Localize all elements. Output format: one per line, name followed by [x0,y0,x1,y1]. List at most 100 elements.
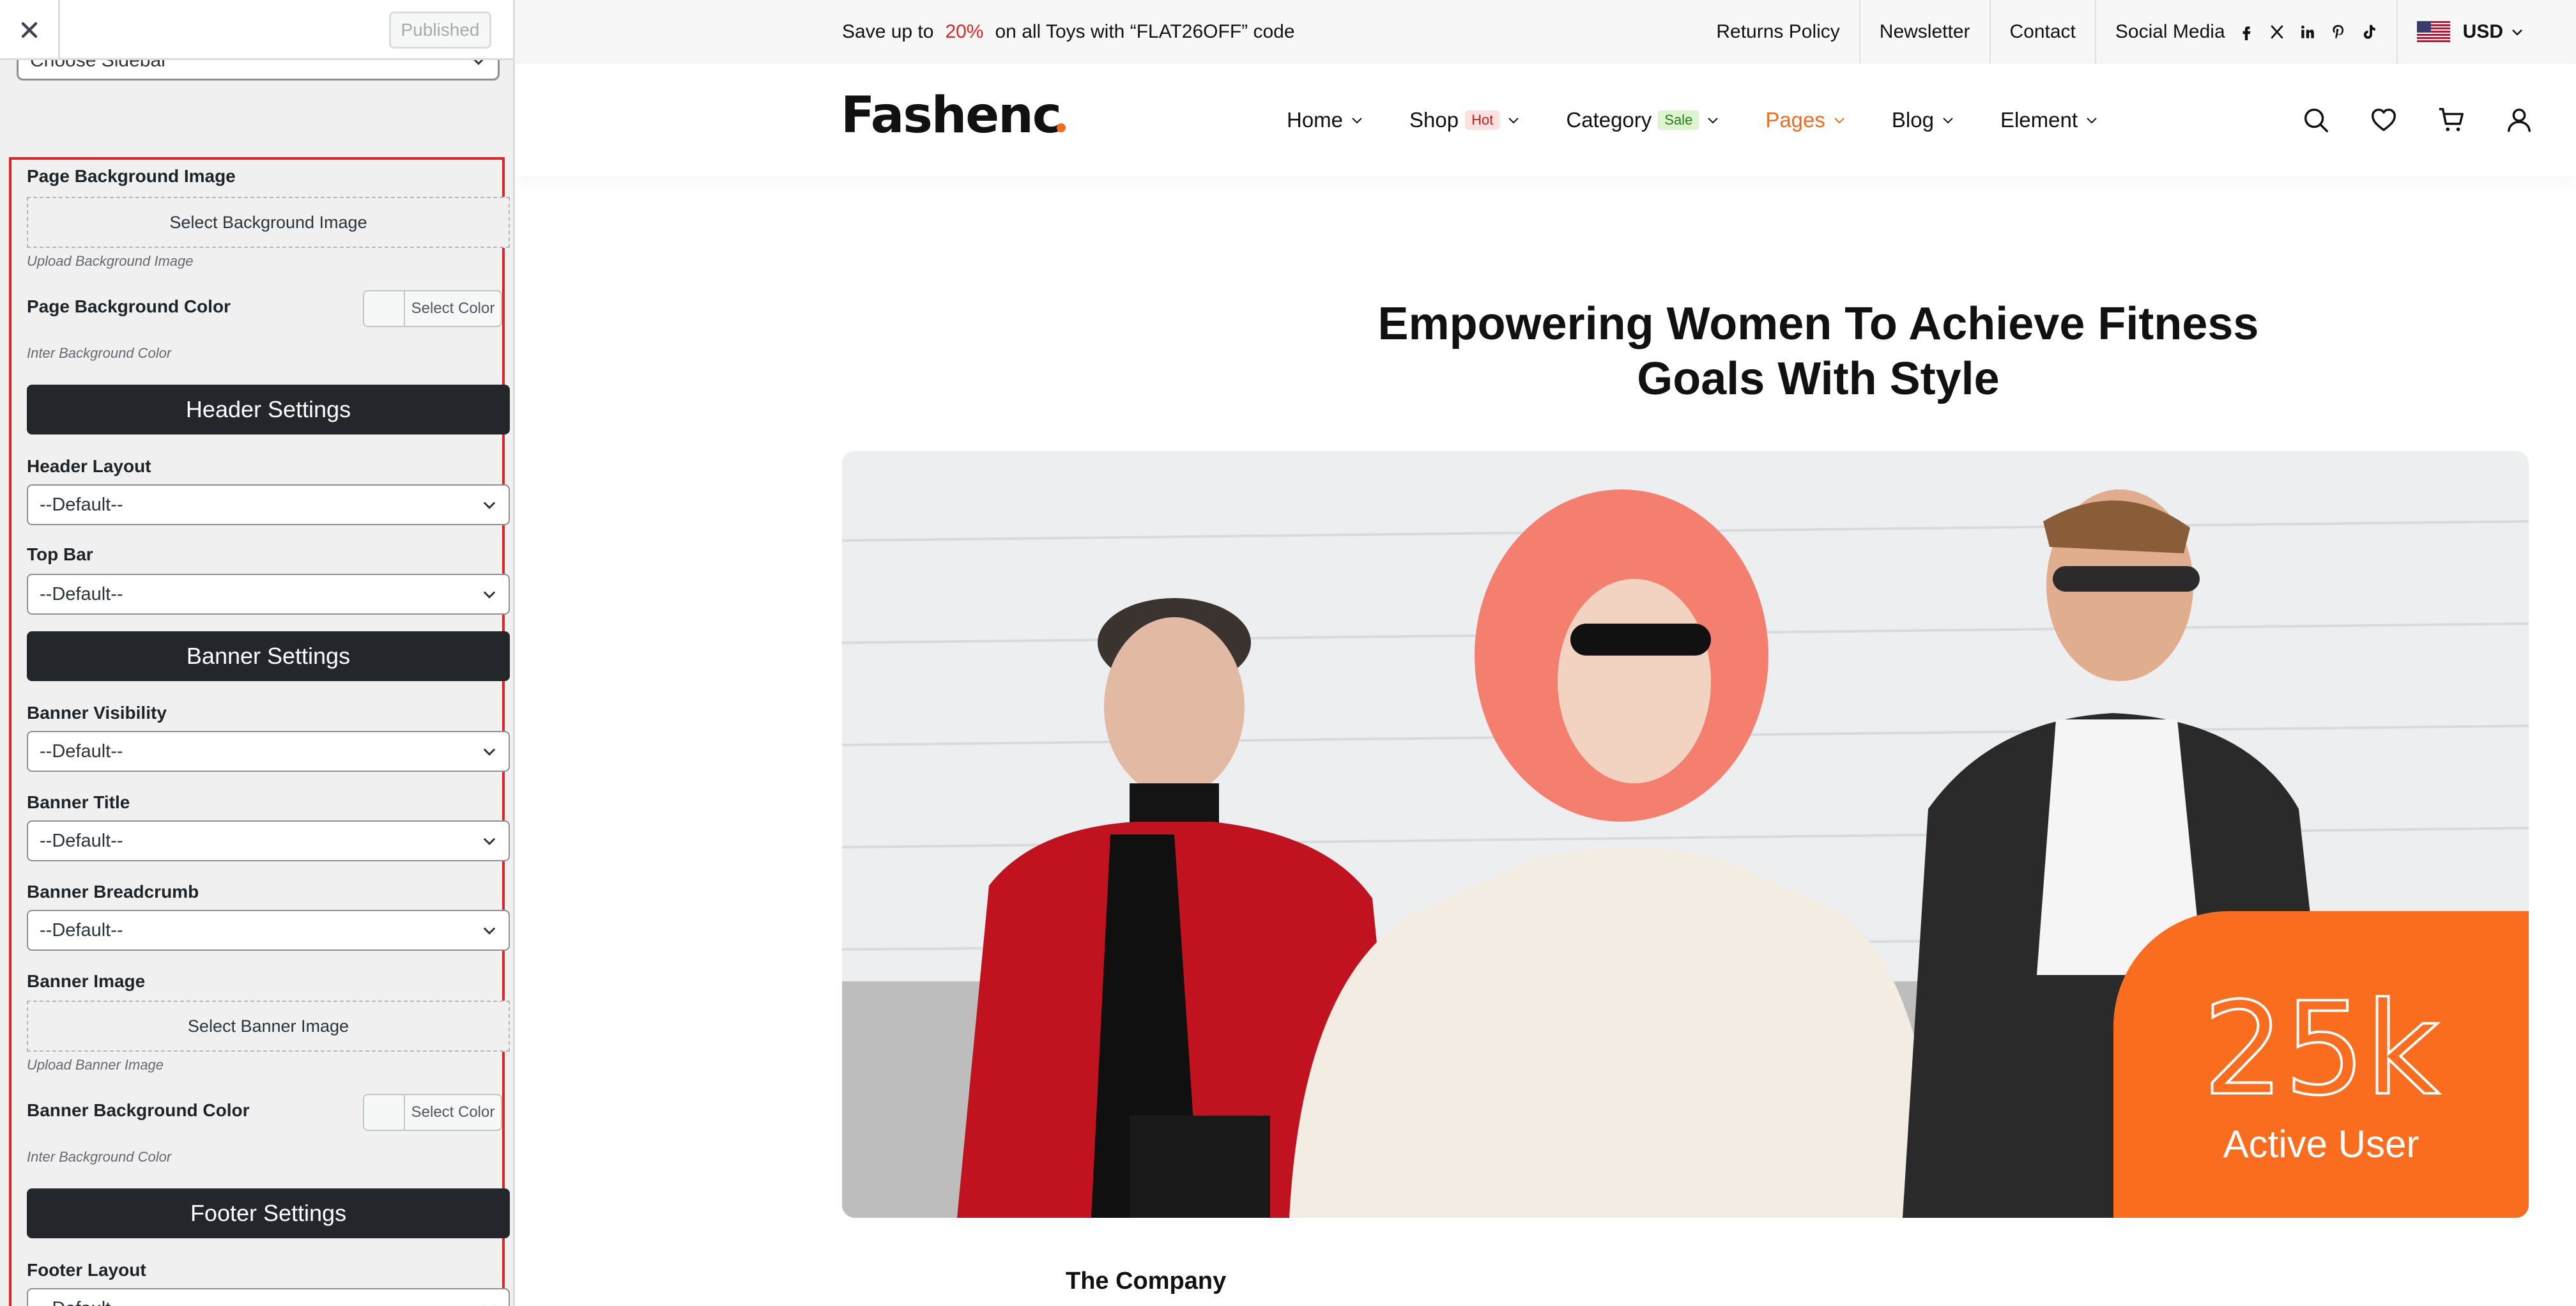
banner-visibility-label: Banner Visibility [27,703,167,723]
page-bg-color-label: Page Background Color [27,296,231,316]
nav-home[interactable]: Home [1287,108,1365,132]
promo-before: Save up to [842,21,934,42]
site-logo[interactable]: Fashenc [841,87,1066,144]
header-layout-label: Header Layout [27,456,151,476]
top-bar-select[interactable]: --Default-- [27,574,510,615]
page-options-panel: Page Background Image Select Background … [9,157,510,1306]
banner-visibility-value: --Default-- [40,741,123,762]
banner-breadcrumb-label: Banner Breadcrumb [27,882,199,902]
promo-highlight: 20% [945,21,984,42]
nav-shop-label: Shop [1409,108,1459,132]
logo-dot [1056,123,1066,132]
stat-number: 25k [2202,974,2441,1125]
page-bg-color-picker[interactable]: Select Color [363,290,502,327]
nav-pages-label: Pages [1765,108,1825,132]
chevron-down-icon [473,60,484,65]
nav-shop[interactable]: Shop Hot [1409,108,1521,132]
site-preview[interactable]: Save up to 20% on all Toys with “FLAT26O… [515,0,2576,1306]
customizer-sidebar: Published Choose Sidebar Page Background… [0,0,515,1306]
header-layout-value: --Default-- [40,494,123,515]
nav-home-label: Home [1287,108,1344,132]
nav-pages[interactable]: Pages [1765,108,1847,132]
footer-layout-select[interactable]: --Default-- [27,1288,510,1306]
cart-icon[interactable] [2437,105,2466,135]
nav-element-label: Element [2000,108,2078,132]
select-banner-image-button[interactable]: Select Banner Image [27,1001,510,1052]
currency-value: USD [2462,21,2503,42]
page-bg-image-hint: Upload Background Image [27,253,194,269]
page-bg-image-label: Page Background Image [27,166,236,186]
chevron-down-icon [483,748,496,756]
tiktok-icon[interactable] [2361,24,2377,40]
footer-layout-value: --Default-- [40,1298,123,1306]
hot-badge: Hot [1465,111,1500,130]
banner-breadcrumb-select[interactable]: --Default-- [27,910,510,951]
top-bar-value: --Default-- [40,583,123,604]
chevron-down-icon [484,1305,494,1306]
newsletter-link[interactable]: Newsletter [1860,0,1991,64]
chevron-down-icon [1708,118,1719,124]
color-swatch [364,1095,405,1130]
header-icons [2301,64,2534,176]
banner-settings-heading: Banner Settings [27,631,510,681]
banner-bg-color-label: Banner Background Color [27,1100,250,1120]
currency-switcher[interactable]: USD [2398,0,2576,64]
social-icons [2238,24,2377,40]
us-flag-icon [2416,21,2450,43]
customizer-controls[interactable]: Choose Sidebar Page Background Image Sel… [0,60,513,1306]
nav-blog-label: Blog [1891,108,1934,132]
chevron-down-icon [483,502,496,509]
chevron-down-icon [483,838,496,845]
nav-category[interactable]: Category Sale [1566,108,1721,132]
headline-line-2: Goals With Style [1637,353,2000,404]
header-layout-select[interactable]: --Default-- [27,484,510,525]
chevron-down-icon [1943,118,1953,124]
choose-sidebar-select[interactable]: Choose Sidebar [17,60,500,81]
banner-bg-color-hint: Inter Background Color [27,1149,172,1165]
social-media-label: Social Media [2115,21,2225,42]
banner-title-select[interactable]: --Default-- [27,820,510,861]
sale-badge: Sale [1658,111,1699,130]
contact-link[interactable]: Contact [1991,0,2096,64]
color-swatch [364,291,405,326]
x-icon[interactable] [2269,24,2285,40]
chevron-down-icon [2087,118,2097,124]
banner-bg-color-picker[interactable]: Select Color [363,1094,502,1131]
promo-after: on all Toys with “FLAT26OFF” code [995,21,1295,42]
returns-policy-link[interactable]: Returns Policy [1697,0,1860,64]
nav-category-label: Category [1566,108,1652,132]
header-settings-heading: Header Settings [27,385,510,434]
top-links: Returns Policy Newsletter Contact Social… [1697,0,2576,64]
published-button[interactable]: Published [389,12,491,49]
chevron-down-icon [1508,118,1519,124]
logo-text: Fashenc [841,87,1062,144]
search-icon[interactable] [2301,105,2331,135]
heart-icon[interactable] [2369,105,2398,135]
footer-layout-label: Footer Layout [27,1260,146,1280]
hero-headline: Empowering Women To Achieve Fitness Goal… [1288,296,2349,406]
social-media: Social Media [2096,0,2398,64]
select-color-label: Select Color [411,300,495,317]
nav-blog[interactable]: Blog [1892,108,1956,132]
linkedin-icon[interactable] [2299,24,2316,40]
chevron-down-icon [1352,118,1362,124]
chevron-down-icon [1834,118,1844,124]
hero-image: 25k Active User [842,451,2529,1218]
banner-image-label: Banner Image [27,971,146,991]
user-icon[interactable] [2504,105,2534,135]
close-customizer-button[interactable] [0,0,60,60]
promo-text: Save up to 20% on all Toys with “FLAT26O… [842,0,1295,64]
top-bar-label: Top Bar [27,544,93,564]
select-background-image-button[interactable]: Select Background Image [27,197,510,248]
chevron-down-icon [483,927,496,935]
pinterest-icon[interactable] [2330,24,2347,40]
close-icon [21,22,37,38]
facebook-icon[interactable] [2238,24,2255,40]
page-bg-color-hint: Inter Background Color [27,345,172,361]
nav-element[interactable]: Element [2000,108,2099,132]
top-bar: Save up to 20% on all Toys with “FLAT26O… [515,0,2576,64]
banner-visibility-select[interactable]: --Default-- [27,731,510,772]
banner-title-label: Banner Title [27,792,130,812]
chevron-down-icon [483,591,496,599]
select-color-label: Select Color [411,1103,495,1121]
